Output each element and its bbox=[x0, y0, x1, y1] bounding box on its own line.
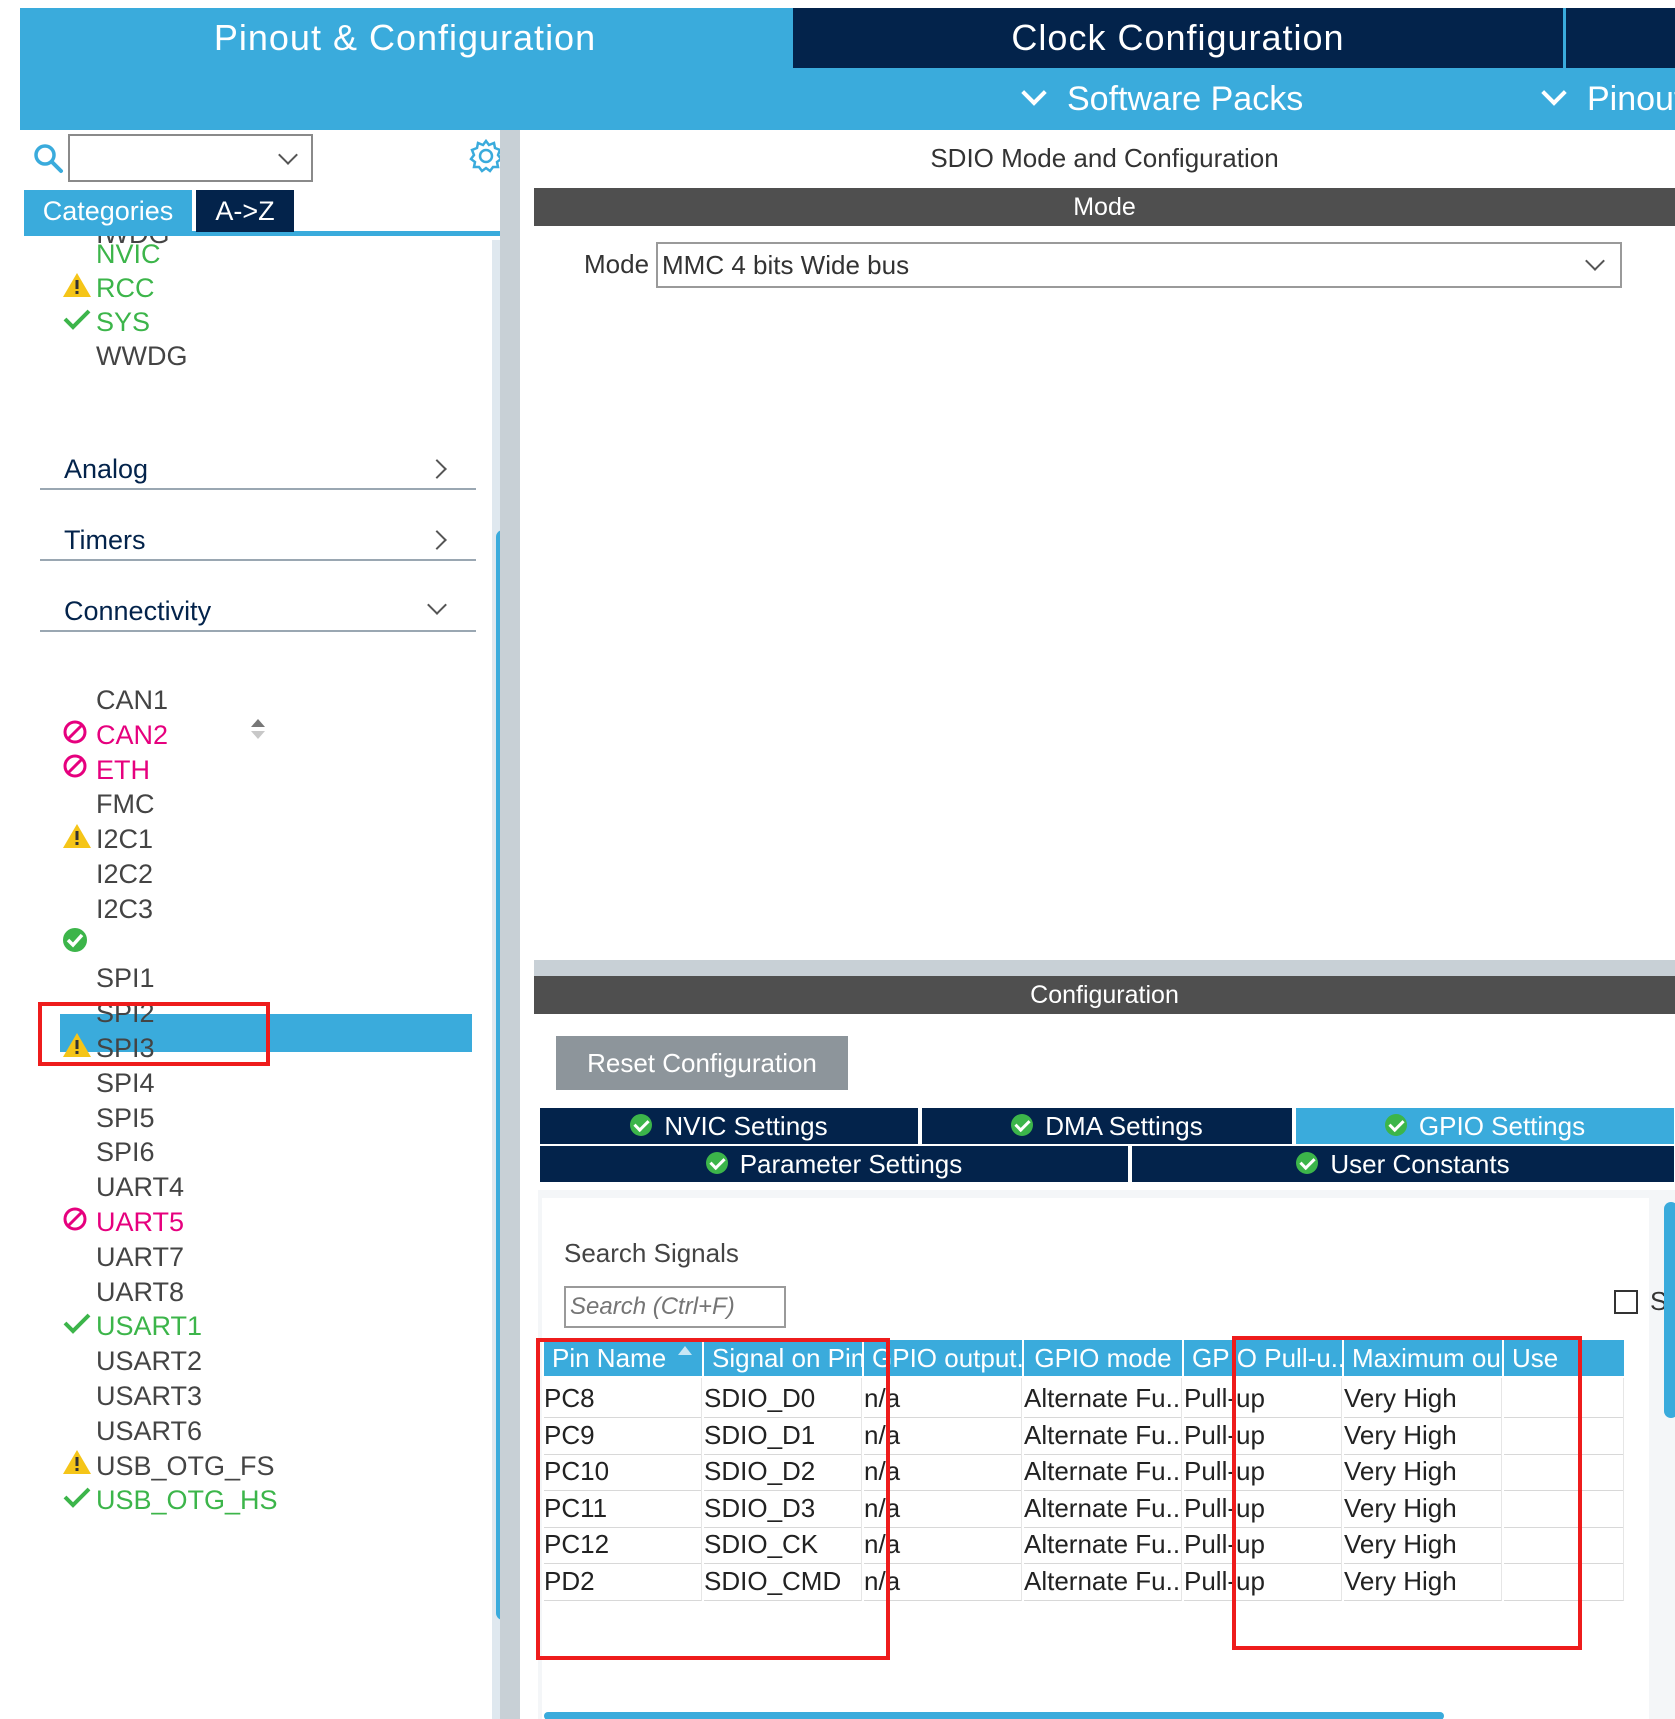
tab-gpio-settings[interactable]: GPIO Settings bbox=[1296, 1108, 1674, 1144]
search-icon[interactable] bbox=[32, 142, 64, 174]
sidebar-item-uart7[interactable]: UART7 bbox=[60, 1237, 184, 1273]
chevron-down-icon bbox=[427, 595, 447, 615]
top-tab-bar: Pinout & Configuration Clock Configurati… bbox=[20, 8, 1675, 68]
tab-parameter-settings[interactable]: Parameter Settings bbox=[540, 1146, 1128, 1182]
sidebar-item-i2c1[interactable]: I2C1 bbox=[60, 819, 153, 855]
sidebar-item-nvic[interactable]: NVIC bbox=[60, 234, 161, 270]
show-only-modified-checkbox[interactable] bbox=[1614, 1290, 1638, 1314]
chevron-down-icon bbox=[1541, 80, 1567, 106]
tab-pinout-configuration[interactable]: Pinout & Configuration bbox=[20, 8, 790, 68]
panel-divider[interactable] bbox=[500, 130, 520, 1719]
search-combo-box[interactable] bbox=[68, 134, 313, 182]
disabled-icon bbox=[63, 754, 87, 778]
tab-a-to-z[interactable]: A->Z bbox=[196, 190, 294, 232]
sidebar-item-uart8[interactable]: UART8 bbox=[60, 1272, 184, 1308]
left-panel: Categories A->Z IWDG NVIC RCC SYS WWDG A… bbox=[20, 130, 520, 1719]
checkmark-icon bbox=[63, 1487, 91, 1509]
tab-user-constants[interactable]: User Constants bbox=[1132, 1146, 1674, 1182]
sidebar-item-sdio[interactable]: SDIO bbox=[60, 924, 162, 960]
tab-nvic-settings[interactable]: NVIC Settings bbox=[540, 1108, 918, 1144]
check-circle-icon bbox=[1296, 1152, 1319, 1175]
column-header-gpio-mode[interactable]: GPIO mode bbox=[1024, 1340, 1182, 1376]
checkmark-icon bbox=[63, 309, 91, 330]
configuration-section-header: Configuration bbox=[534, 976, 1675, 1014]
sidebar-item-usart2[interactable]: USART2 bbox=[60, 1341, 202, 1377]
sidebar-item-i2c3[interactable]: I2C3 bbox=[60, 889, 153, 925]
mode-label: Mode bbox=[584, 249, 650, 279]
sidebar-item-spi1[interactable]: SPI1 bbox=[60, 958, 155, 994]
table-cell[interactable]: Alternate Fu... bbox=[1024, 1487, 1182, 1528]
chevron-right-icon bbox=[427, 459, 447, 479]
chevron-down-icon bbox=[1585, 251, 1605, 271]
sidebar-item-usart6[interactable]: USART6 bbox=[60, 1411, 202, 1447]
warning-icon bbox=[63, 1450, 91, 1475]
tab-clock-configuration[interactable]: Clock Configuration bbox=[793, 8, 1563, 68]
table-cell[interactable]: Alternate Fu... bbox=[1024, 1560, 1182, 1601]
tab-dma-settings[interactable]: DMA Settings bbox=[922, 1108, 1292, 1144]
search-signals-label: Search Signals bbox=[564, 1238, 739, 1268]
category-analog[interactable]: Analog bbox=[40, 448, 476, 490]
sidebar-item-uart5[interactable]: UART5 bbox=[60, 1202, 184, 1238]
pinout-menu[interactable]: Pinout bbox=[1541, 68, 1675, 130]
sidebar-item-spi5[interactable]: SPI5 bbox=[60, 1098, 155, 1134]
annotation-box bbox=[38, 1002, 270, 1066]
chevron-down-icon[interactable] bbox=[278, 145, 298, 165]
tab-project-manager[interactable] bbox=[1566, 8, 1675, 68]
sidebar-item-usart3[interactable]: USART3 bbox=[60, 1376, 202, 1412]
panel-title: SDIO Mode and Configuration bbox=[930, 143, 1279, 173]
check-circle-icon bbox=[705, 1152, 728, 1175]
right-scrollbar-thumb[interactable] bbox=[1664, 1202, 1675, 1418]
sidebar-item-eth[interactable]: ETH bbox=[60, 750, 150, 786]
checkmark-icon bbox=[63, 1313, 91, 1335]
sidebar-item-uart4[interactable]: UART4 bbox=[60, 1167, 184, 1203]
tab-categories[interactable]: Categories bbox=[24, 190, 192, 232]
horizontal-scrollbar-thumb[interactable] bbox=[544, 1712, 1444, 1719]
disabled-icon bbox=[63, 720, 87, 744]
software-packs-label: Software Packs bbox=[1067, 80, 1304, 118]
chevron-right-icon bbox=[427, 530, 447, 550]
sidebar-item-fmc[interactable]: FMC bbox=[60, 784, 154, 820]
mode-select-value: MMC 4 bits Wide bus bbox=[662, 250, 910, 280]
chevron-down-icon bbox=[1021, 80, 1047, 106]
check-circle-icon bbox=[630, 1114, 653, 1137]
software-packs-menu[interactable]: Software Packs bbox=[1021, 68, 1304, 130]
sub-menu-bar: Software Packs Pinout bbox=[20, 68, 1675, 130]
pinout-menu-label: Pinout bbox=[1587, 80, 1675, 118]
section-splitter[interactable] bbox=[534, 960, 1675, 976]
annotation-box bbox=[536, 1338, 890, 1660]
disabled-icon bbox=[63, 1207, 87, 1231]
check-circle-icon bbox=[1384, 1114, 1407, 1137]
reset-configuration-button[interactable]: Reset Configuration bbox=[556, 1036, 848, 1090]
table-cell[interactable]: Alternate Fu... bbox=[1024, 1414, 1182, 1455]
sidebar-item-spi4[interactable]: SPI4 bbox=[60, 1063, 155, 1099]
table-cell[interactable]: Alternate Fu... bbox=[1024, 1451, 1182, 1491]
sidebar-item-i2c2[interactable]: I2C2 bbox=[60, 854, 153, 890]
sidebar-item-can1[interactable]: CAN1 bbox=[60, 680, 168, 716]
sidebar-item-wwdg[interactable]: WWDG bbox=[60, 336, 187, 372]
sort-icon[interactable] bbox=[248, 716, 268, 742]
sidebar-item-spi6[interactable]: SPI6 bbox=[60, 1132, 155, 1168]
sidebar-item-can2[interactable]: CAN2 bbox=[60, 715, 168, 751]
check-circle-icon bbox=[61, 926, 89, 955]
sidebar-item-sys[interactable]: SYS bbox=[60, 302, 150, 338]
mode-section-header: Mode bbox=[534, 188, 1675, 226]
mode-select[interactable]: MMC 4 bits Wide bus bbox=[656, 242, 1622, 288]
sidebar-item-rcc[interactable]: RCC bbox=[60, 268, 155, 304]
warning-icon bbox=[63, 272, 91, 297]
category-timers[interactable]: Timers bbox=[40, 519, 476, 561]
sidebar-item-usb-otg-fs[interactable]: USB_OTG_FS bbox=[60, 1446, 275, 1482]
search-signals-input[interactable] bbox=[564, 1286, 786, 1328]
category-tabs: Categories A->Z bbox=[24, 190, 516, 236]
gear-icon[interactable] bbox=[468, 138, 504, 174]
check-circle-icon bbox=[1011, 1114, 1034, 1137]
sidebar-item-usb-otg-hs[interactable]: USB_OTG_HS bbox=[60, 1480, 278, 1516]
table-cell[interactable]: Alternate Fu... bbox=[1024, 1524, 1182, 1564]
table-cell[interactable]: Alternate Fu... bbox=[1024, 1378, 1182, 1418]
sidebar-item-usart1[interactable]: USART1 bbox=[60, 1306, 202, 1342]
warning-icon bbox=[63, 824, 91, 849]
category-connectivity[interactable]: Connectivity bbox=[40, 590, 476, 632]
annotation-box bbox=[1232, 1336, 1582, 1650]
